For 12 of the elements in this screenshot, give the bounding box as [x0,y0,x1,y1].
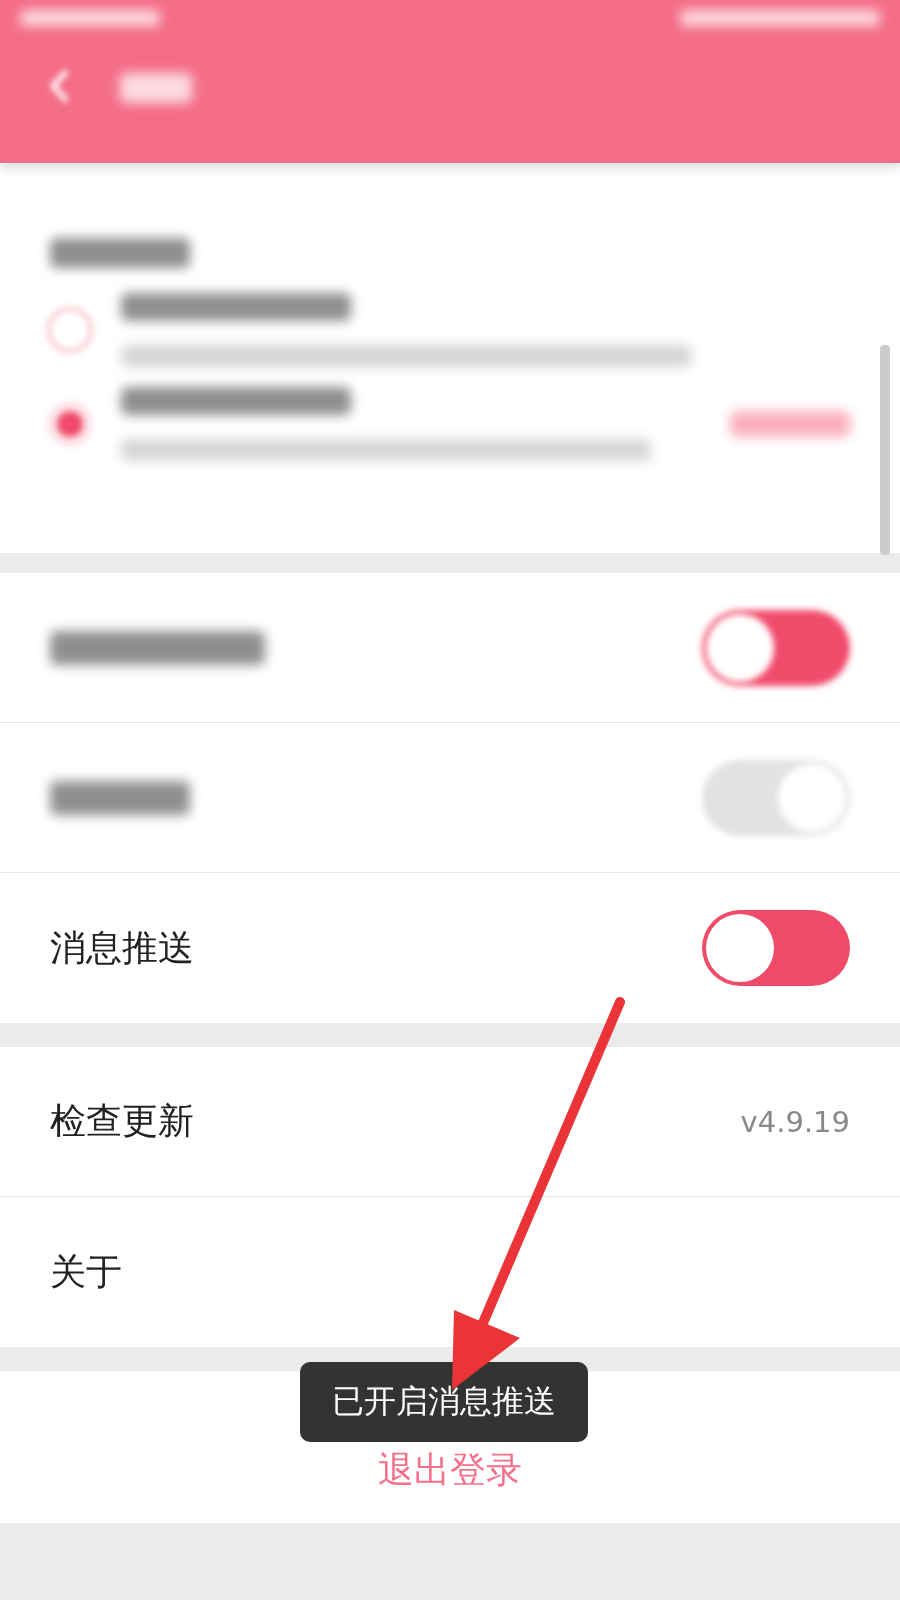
radio-button[interactable] [47,401,93,447]
toggle-switch[interactable] [702,609,850,686]
setting-label: 检查更新 [50,1099,194,1143]
radio-button[interactable] [47,307,93,353]
settings-row[interactable]: 检查更新 v4.9.19 [0,1047,900,1197]
toast-message: 已开启消息推送 [300,1362,588,1442]
setting-label: 关于 [50,1249,122,1294]
toggle-switch[interactable] [702,759,850,836]
settings-row[interactable]: 关于 [0,1197,900,1347]
blurred-text [120,73,192,103]
setting-label: 消息推送 [50,925,194,970]
version-text: v4.9.19 [740,1104,850,1139]
